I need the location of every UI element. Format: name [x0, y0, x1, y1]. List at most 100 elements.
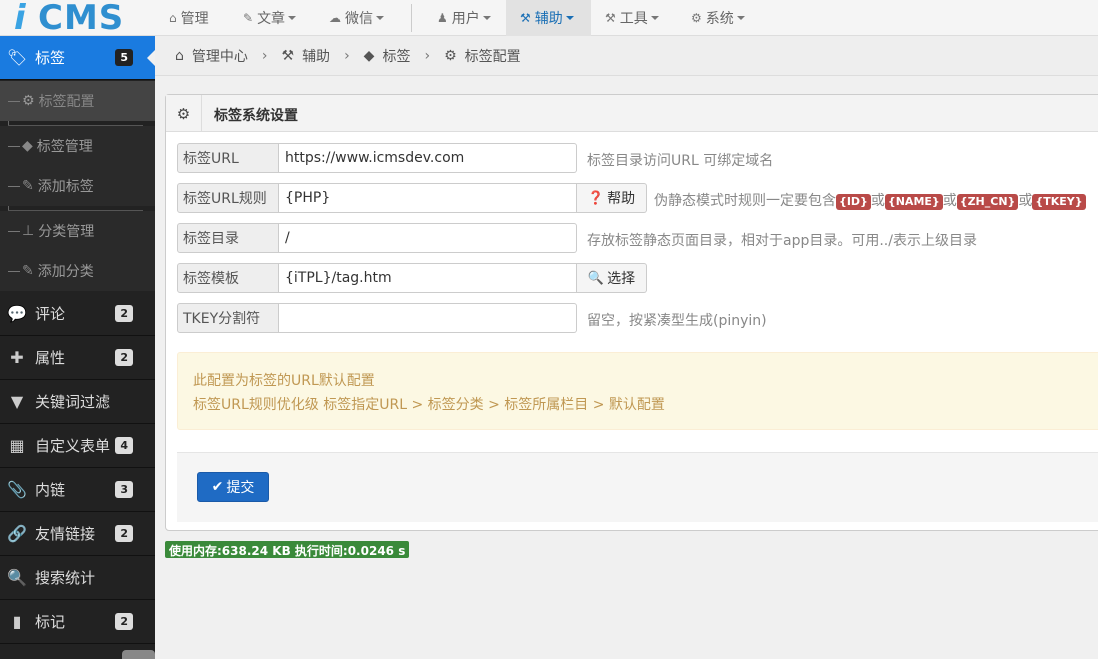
sidebar-item-inner-links[interactable]: 📎 内链 3: [0, 468, 155, 512]
tag-name: {NAME}: [884, 194, 943, 210]
field-label: 标签模板: [177, 263, 279, 293]
sidebar-item-keyword-filter[interactable]: ▼ 关键词过滤: [0, 380, 155, 424]
info-alert: 此配置为标签的URL默认配置 标签URL规则优化级 标签指定URL > 标签分类…: [177, 352, 1098, 430]
sidebar-item-label: 友情链接: [35, 525, 96, 543]
edit-icon: ✎: [243, 11, 254, 25]
gavel-icon: ⚒: [520, 11, 531, 25]
caret-down-icon: [376, 16, 384, 20]
or-text: 或: [942, 193, 957, 209]
nav-label: 系统: [705, 11, 734, 27]
logo-i: i: [14, 0, 26, 38]
tree-dash: [8, 230, 20, 232]
sidebar-item-label: 自定义表单: [35, 437, 111, 455]
sidebar-subitem-label: 添加分类: [37, 264, 94, 280]
tag-url-rule-input[interactable]: [279, 183, 577, 213]
tkey-separator-input[interactable]: [279, 303, 577, 333]
sidebar-subitem-add-tag[interactable]: ✎ 添加标签: [0, 166, 155, 206]
tag-zh-cn: {ZH_CN}: [956, 194, 1019, 210]
nav-label: 微信: [345, 11, 373, 27]
help-text: 伪静态模式时规则一定要包含: [654, 193, 836, 209]
sidebar-subitem-label: 分类管理: [38, 224, 95, 240]
tree-dash: [8, 100, 20, 102]
field-help: 伪静态模式时规则一定要包含 {ID} 或 {NAME} 或 {ZH_CN} 或 {TKEY}: [654, 190, 1086, 210]
gavel-icon: ⚒: [281, 47, 295, 64]
sidebar-subitem-category-manage[interactable]: ⊥ 分类管理: [0, 211, 155, 251]
tag-id: {ID}: [836, 194, 871, 210]
field-label: TKEY分割符: [177, 303, 279, 333]
breadcrumb-item[interactable]: 标签: [382, 46, 410, 66]
nav-label: 辅助: [534, 11, 563, 27]
sidebar-item-bookmarks[interactable]: ▮ 标记 2: [0, 600, 155, 644]
nav-auxiliary[interactable]: ⚒ 辅助: [506, 0, 591, 36]
tag-template-row: 标签模板 🔍选择: [177, 263, 647, 293]
edit-icon: ✎: [22, 263, 34, 279]
breadcrumb-separator: ›: [344, 47, 350, 64]
sitemap-icon: ⊥: [22, 223, 35, 239]
sidebar-item-tags[interactable]: 🏷 标签 5: [0, 36, 155, 80]
tags-icon: ◆: [363, 47, 375, 64]
count-badge: 2: [115, 305, 133, 322]
scrollbar-thumb[interactable]: [122, 650, 155, 659]
sidebar-subitem-tag-config[interactable]: ⚙ 标签配置: [0, 81, 155, 121]
puzzle-icon: ✚: [10, 348, 24, 367]
nav-article[interactable]: ✎ 文章: [229, 0, 310, 36]
logo-cms: CMS: [38, 0, 125, 38]
sidebar-item-search-stats[interactable]: 🔍 搜索统计: [0, 556, 155, 600]
check-icon: ✔: [211, 479, 224, 495]
nav-system[interactable]: ⚙ 系统: [677, 0, 759, 36]
nav-label: 用户: [451, 11, 480, 27]
tag-url-rule-row: 标签URL规则 ❓帮助: [177, 183, 647, 213]
breadcrumb-item[interactable]: 辅助: [302, 46, 330, 66]
sidebar-subitem-label: 标签管理: [36, 139, 93, 155]
count-badge: 5: [115, 49, 133, 66]
sidebar-item-custom-forms[interactable]: ▦ 自定义表单 4: [0, 424, 155, 468]
sidebar: 🏷 标签 5 ⚙ 标签配置 ◆ 标签管理 ✎ 添加标签 ⊥ 分类管理 ✎ 添加分类 💬 评论 2 …: [0, 36, 155, 659]
filter-icon: ▼: [10, 392, 24, 411]
field-help: 留空，按紧凑型生成(pinyin): [587, 313, 767, 329]
tag-tkey: {TKEY}: [1032, 194, 1086, 210]
tag-dir-row: 标签目录: [177, 223, 577, 253]
count-badge: 3: [115, 481, 133, 498]
logo[interactable]: i CMS: [0, 0, 155, 38]
nav-label: 文章: [257, 11, 286, 27]
gavel-icon: ⚒: [605, 11, 616, 25]
nav-user[interactable]: ♟ 用户: [423, 0, 505, 36]
help-button[interactable]: ❓ 帮助: [577, 183, 647, 213]
or-text: 或: [1018, 193, 1033, 209]
breadcrumb-separator: ›: [424, 47, 431, 64]
sidebar-item-comments[interactable]: 💬 评论 2: [0, 292, 155, 336]
nav-label: 管理: [180, 11, 209, 27]
sidebar-item-friend-links[interactable]: 🔗 友情链接 2: [0, 512, 155, 556]
count-badge: 2: [115, 613, 133, 630]
submit-button[interactable]: ✔ 提交: [197, 472, 269, 502]
sidebar-subitem-label: 标签配置: [38, 94, 95, 110]
sidebar-subitem-label: 添加标签: [37, 179, 94, 195]
cog-icon: ⚙: [691, 11, 702, 25]
tag-url-input[interactable]: [279, 143, 577, 173]
stats-badge: 使用内存:638.24 KB 执行时间:0.0246 s: [165, 541, 410, 558]
tkey-separator-row: TKEY分割符: [177, 303, 577, 333]
user-icon: ♟: [437, 11, 448, 25]
count-badge: 4: [115, 437, 133, 454]
caret-down-icon: [482, 16, 491, 20]
sidebar-item-properties[interactable]: ✚ 属性 2: [0, 336, 155, 380]
paperclip-icon: 📎: [7, 480, 27, 499]
breadcrumb-item[interactable]: 管理中心: [192, 46, 248, 66]
edit-icon: ✎: [22, 178, 34, 194]
settings-panel: ⚙ 标签系统设置 标签URL 标签目录访问URL 可绑定域名 标签URL规则 ❓…: [165, 94, 1098, 531]
sidebar-item-label: 标记: [35, 613, 66, 631]
nav-tools[interactable]: ⚒ 工具: [591, 0, 673, 36]
caret-down-icon: [288, 16, 297, 20]
select-button[interactable]: 🔍 选择: [577, 263, 647, 293]
count-badge: 2: [115, 349, 133, 366]
sidebar-subitem-tag-manage[interactable]: ◆ 标签管理: [0, 126, 155, 166]
top-navbar: i CMS ⌂ 管理 ✎ 文章 ☁ 微信 ♟ 用户 ⚒ 辅助 ⚒ 工具 ⚙ 系统: [0, 0, 1098, 38]
or-text: 或: [870, 193, 885, 209]
tag-template-input[interactable]: [279, 263, 577, 293]
nav-wechat[interactable]: ☁ 微信: [315, 0, 398, 36]
field-label: 标签URL规则: [177, 183, 279, 213]
nav-manage[interactable]: ⌂ 管理: [155, 0, 223, 36]
tag-dir-input[interactable]: [279, 223, 577, 253]
sidebar-subitem-add-category[interactable]: ✎ 添加分类: [0, 251, 155, 291]
sidebar-item-label: 搜索统计: [35, 569, 96, 587]
